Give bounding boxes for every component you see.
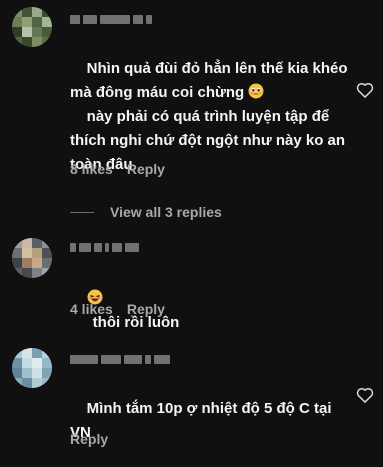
- username-redacted[interactable]: [70, 241, 139, 253]
- comment-3: Mình tắm 10p ợ nhiệt độ 5 độ C tại VN Re…: [0, 340, 383, 467]
- comment-text-line: Nhìn quả đùi đỏ hẳn lên thế kia khéo mà …: [70, 60, 352, 101]
- comment-meta: Reply: [70, 431, 108, 447]
- likes-count[interactable]: 8 likes: [70, 161, 113, 177]
- username-redacted[interactable]: [70, 353, 170, 365]
- avatar[interactable]: [12, 238, 52, 278]
- comment-meta: 8 likes Reply: [70, 161, 165, 177]
- reply-button[interactable]: Reply: [127, 301, 165, 317]
- heart-icon[interactable]: [355, 80, 375, 100]
- comment-2: thôi rồi luôn 4 likes Reply: [0, 230, 383, 331]
- avatar[interactable]: [12, 7, 52, 47]
- comment-meta: 4 likes Reply: [70, 301, 165, 317]
- username-redacted[interactable]: [70, 13, 152, 25]
- divider-line: [70, 211, 94, 213]
- view-replies-label[interactable]: View all 3 replies: [110, 204, 222, 220]
- reply-button[interactable]: Reply: [70, 431, 108, 447]
- comment-1: Nhìn quả đùi đỏ hẳn lên thế kia khéo mà …: [0, 0, 383, 200]
- view-replies-button[interactable]: View all 3 replies: [70, 202, 222, 222]
- comment-text: Mình tắm 10p ợ nhiệt độ 5 độ C tại VN: [70, 373, 356, 467]
- heart-icon[interactable]: [355, 385, 375, 405]
- comment-text-line: Mình tắm 10p ợ nhiệt độ 5 độ C tại VN: [70, 400, 336, 441]
- pleading-face-emoji: [248, 83, 264, 99]
- reply-button[interactable]: Reply: [127, 161, 165, 177]
- avatar[interactable]: [12, 348, 52, 388]
- likes-count[interactable]: 4 likes: [70, 301, 113, 317]
